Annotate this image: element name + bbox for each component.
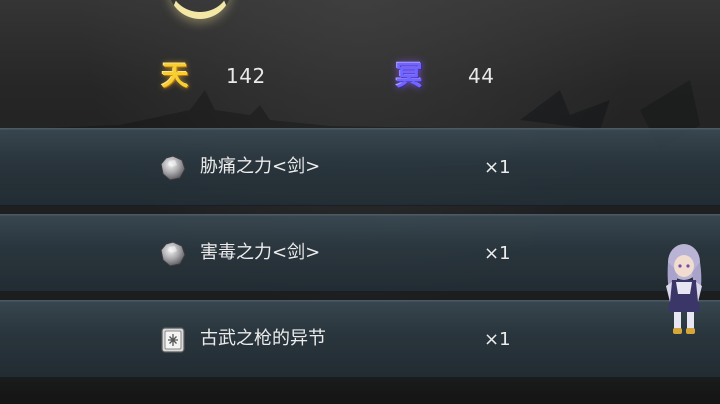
reward-item-row[interactable]: 害毒之力<剑> ×1 [0,214,720,292]
underworld-currency: 冥 44 [392,58,494,94]
bottom-shade [0,380,720,404]
book-icon [161,327,185,353]
heaven-currency-value: 142 [226,64,266,88]
heaven-currency: 天 142 [158,58,266,94]
character-sprite [666,244,702,334]
reward-item-name: 胁痛之力<剑> [200,156,321,177]
reward-screen: 天 142 冥 44 胁痛之力<剑> ×1 害毒之力<剑> ×1 古武之枪的异节… [0,0,720,404]
reward-item-name: 害毒之力<剑> [200,242,321,263]
underworld-currency-icon: 冥 [395,60,423,92]
reward-item-row[interactable]: 胁痛之力<剑> ×1 [0,128,720,206]
reward-item-name: 古武之枪的异节 [200,328,326,349]
heaven-currency-icon: 天 [161,60,189,92]
gray-ore-icon [160,155,186,181]
reward-list: 胁痛之力<剑> ×1 害毒之力<剑> ×1 古武之枪的异节 ×1 [0,128,720,378]
gray-ore-icon [160,241,186,267]
crescent-moon-decoration [168,0,232,19]
underworld-currency-value: 44 [468,64,495,88]
reward-item-quantity: ×1 [484,329,511,350]
reward-item-quantity: ×1 [484,243,511,264]
reward-item-row[interactable]: 古武之枪的异节 ×1 [0,300,720,378]
reward-item-quantity: ×1 [484,157,511,178]
